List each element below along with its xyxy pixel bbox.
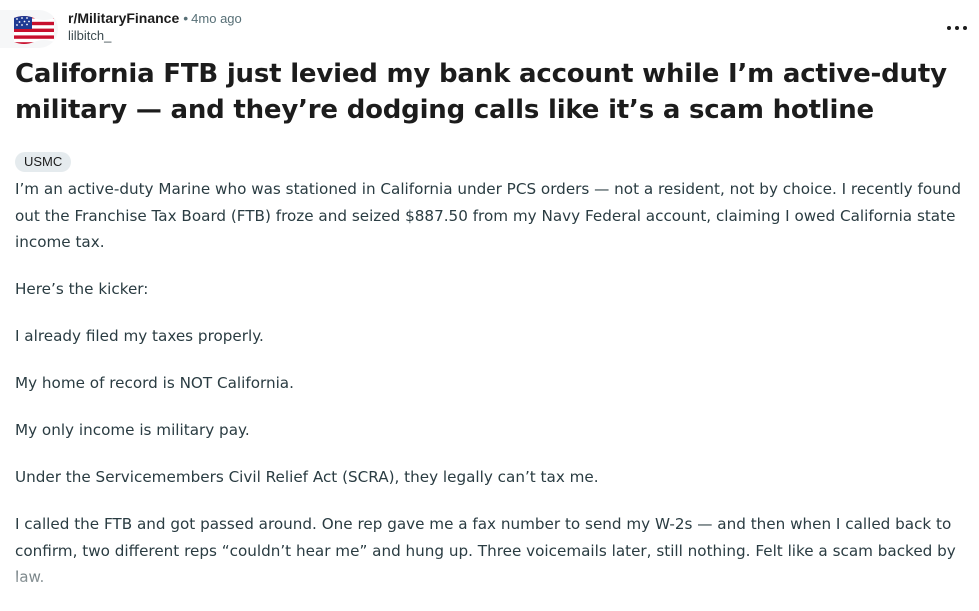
post-paragraph: I already filed my taxes properly.	[15, 327, 264, 345]
post-flair[interactable]: USMC	[15, 152, 72, 172]
post-meta: r/MilitaryFinance • 4mo ago lilbitch_	[68, 9, 242, 44]
post-timestamp: 4mo ago	[191, 11, 242, 26]
post-paragraph: My home of record is NOT California.	[15, 374, 294, 392]
post-header: r/MilitaryFinance • 4mo ago lilbitch_	[0, 8, 979, 48]
more-options-button[interactable]	[944, 22, 970, 34]
author-link[interactable]: lilbitch_	[68, 28, 242, 44]
more-options-icon	[963, 26, 967, 30]
post-paragraph: I’m an active-duty Marine who was statio…	[15, 180, 961, 251]
more-options-icon	[955, 26, 959, 30]
subreddit-avatar[interactable]	[0, 10, 58, 48]
post-body: I’m an active-duty Marine who was statio…	[15, 176, 970, 611]
post-paragraph: My only income is military pay.	[15, 421, 250, 439]
post-title[interactable]: California FTB just levied my bank accou…	[15, 56, 965, 128]
post-card: r/MilitaryFinance • 4mo ago lilbitch_ Cali…	[0, 0, 979, 586]
more-options-icon	[947, 26, 951, 30]
post-paragraph: Under the Servicemembers Civil Relief Ac…	[15, 468, 599, 486]
post-paragraph: I called the FTB and got passed around. …	[15, 515, 956, 586]
meta-line: r/MilitaryFinance • 4mo ago	[68, 9, 242, 28]
subreddit-link[interactable]: r/MilitaryFinance	[68, 10, 179, 26]
meta-separator: •	[183, 10, 189, 26]
post-paragraph: Here’s the kicker:	[15, 280, 149, 298]
american-flag-icon	[14, 16, 54, 44]
